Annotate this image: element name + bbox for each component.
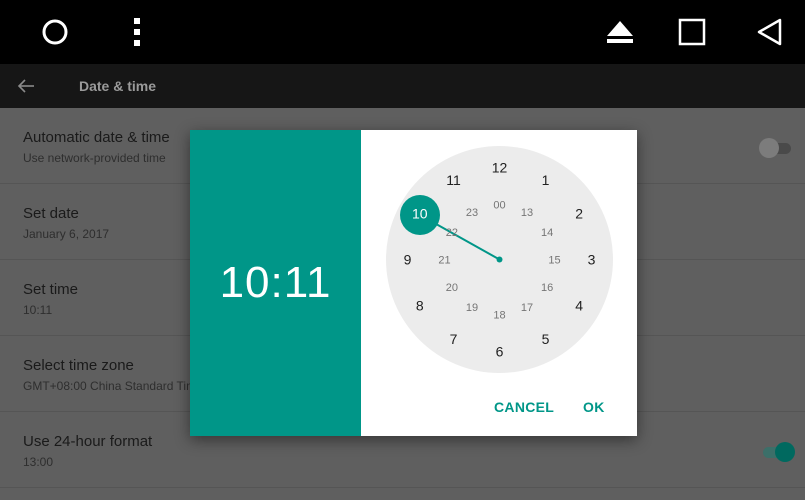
setting-summary: 13:00 — [23, 455, 54, 469]
hour-outer-1[interactable]: 1 — [542, 172, 550, 188]
setting-title: Use 24-hour format — [23, 433, 153, 450]
setting-summary: 10:11 — [23, 303, 53, 317]
time-header: 10:11 — [190, 130, 361, 436]
hour-inner-13[interactable]: 13 — [521, 207, 533, 219]
clock-face[interactable]: 121234567891011 001314151617181920212223 — [386, 146, 613, 373]
eject-icon — [607, 21, 633, 43]
hour-inner-21[interactable]: 21 — [438, 255, 450, 267]
menu-button[interactable] — [123, 0, 151, 64]
home-button[interactable] — [33, 0, 77, 64]
setting-summary: Use network-provided time — [23, 151, 166, 165]
24-hour-switch[interactable] — [759, 442, 795, 462]
up-button[interactable] — [0, 64, 52, 108]
hour-outer-6[interactable]: 6 — [496, 344, 504, 360]
clock-center-dot — [496, 256, 503, 263]
switch-thumb — [759, 138, 779, 158]
hour-inner-19[interactable]: 19 — [466, 302, 478, 314]
square-icon — [678, 18, 706, 46]
hour-inner-15[interactable]: 15 — [548, 255, 560, 267]
ok-button[interactable]: OK — [583, 399, 605, 415]
hour-inner-18[interactable]: 18 — [493, 310, 505, 322]
back-button[interactable] — [750, 0, 790, 64]
setting-title: Automatic date & time — [23, 129, 170, 146]
hour-inner-20[interactable]: 20 — [446, 282, 458, 294]
auto-time-switch[interactable] — [759, 138, 795, 158]
hour-outer-3[interactable]: 3 — [588, 252, 596, 268]
hour-inner-17[interactable]: 17 — [521, 302, 533, 314]
recents-button[interactable] — [672, 0, 712, 64]
vertical-dots-icon — [134, 18, 140, 46]
hour-outer-5[interactable]: 5 — [542, 331, 550, 347]
setting-title: Set date — [23, 205, 79, 222]
hour-outer-9[interactable]: 9 — [404, 252, 412, 268]
triangle-back-icon — [757, 18, 782, 46]
hour-outer-4[interactable]: 4 — [575, 298, 583, 314]
hour-inner-00[interactable]: 00 — [493, 200, 505, 212]
app-bar: Date & time — [0, 64, 805, 108]
system-navigation-bar — [0, 0, 805, 64]
switch-thumb — [775, 442, 795, 462]
cancel-button[interactable]: CANCEL — [494, 399, 554, 415]
setting-title: Set time — [23, 281, 79, 298]
hour-inner-16[interactable]: 16 — [541, 282, 553, 294]
selected-time[interactable]: 10:11 — [220, 258, 332, 308]
hour-outer-12[interactable]: 12 — [492, 160, 508, 176]
setting-summary: January 6, 2017 — [23, 227, 110, 241]
setting-summary: GMT+08:00 China Standard Time — [23, 379, 203, 393]
hour-outer-7[interactable]: 7 — [450, 331, 458, 347]
hour-outer-8[interactable]: 8 — [416, 298, 424, 314]
hour-outer-11[interactable]: 11 — [446, 172, 461, 188]
hour-inner-22[interactable]: 22 — [446, 227, 458, 239]
circle-icon — [42, 19, 68, 45]
arrow-left-icon — [17, 79, 34, 93]
hour-outer-10[interactable]: 10 — [412, 206, 428, 222]
eject-button[interactable] — [600, 0, 640, 64]
hour-outer-2[interactable]: 2 — [575, 206, 583, 222]
page-title: Date & time — [79, 78, 157, 94]
hour-inner-14[interactable]: 14 — [541, 227, 553, 239]
setting-title: Select time zone — [23, 357, 134, 374]
hour-inner-23[interactable]: 23 — [466, 207, 478, 219]
